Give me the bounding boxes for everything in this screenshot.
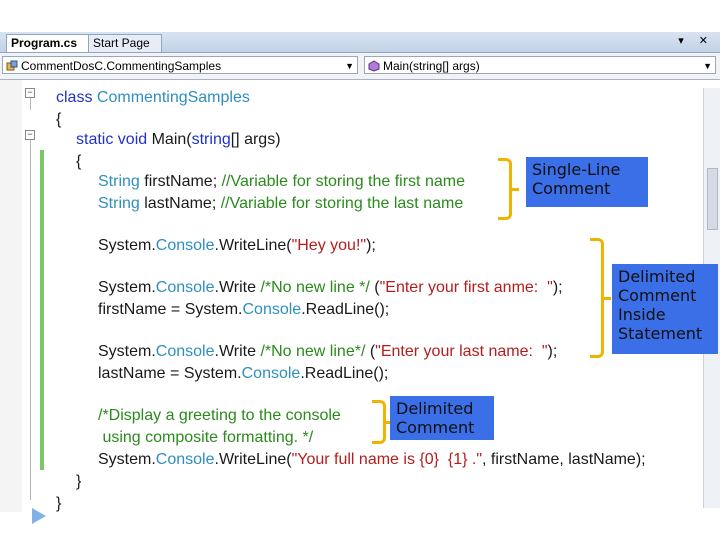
fold-line xyxy=(30,96,31,110)
tab-start-page[interactable]: Start Page xyxy=(88,34,162,52)
code-token: CommentingSamples xyxy=(96,89,250,106)
code-token: ); xyxy=(552,279,563,296)
code-token: lastName = System. xyxy=(98,365,242,382)
code-token: class xyxy=(56,89,97,106)
code-token: static void xyxy=(76,131,152,148)
code-token: { xyxy=(56,111,62,128)
code-token: firstName = System. xyxy=(98,301,243,318)
code-line[interactable]: String lastName; //Variable for storing … xyxy=(98,194,463,214)
type-dropdown-label: CommentDosC.CommentingSamples xyxy=(21,59,222,73)
code-token: Console xyxy=(155,451,215,468)
code-token: .WriteLine( xyxy=(214,237,292,254)
code-line[interactable]: System.Console.Write /*No new line */ ("… xyxy=(98,278,563,298)
class-icon xyxy=(6,60,18,71)
code-token: } xyxy=(76,473,82,490)
code-token: /*No new line */ xyxy=(260,279,370,296)
code-token: System. xyxy=(98,451,156,468)
callout-single-line-comment: Single-Line Comment xyxy=(526,157,648,207)
code-line[interactable]: } xyxy=(56,494,61,514)
code-line[interactable]: lastName = System.Console.ReadLine(); xyxy=(98,364,388,384)
code-token: string xyxy=(191,131,231,148)
code-token: System. xyxy=(98,237,156,254)
code-token: String xyxy=(98,173,145,190)
tab-window-controls[interactable]: ▾ ✕ xyxy=(678,34,714,47)
collapse-method-icon[interactable]: − xyxy=(25,130,35,140)
code-token: ); xyxy=(547,343,558,360)
tab-program-cs[interactable]: Program.cs xyxy=(6,34,92,52)
code-token: System. xyxy=(98,343,156,360)
code-token: .Write xyxy=(214,279,261,296)
code-token: Console xyxy=(155,279,215,296)
chevron-down-icon: ▼ xyxy=(345,61,354,71)
code-line[interactable]: firstName = System.Console.ReadLine(); xyxy=(98,300,389,320)
code-token: "Enter your first anme: " xyxy=(379,279,553,296)
code-line[interactable]: } xyxy=(76,472,81,492)
code-token: System. xyxy=(98,279,156,296)
callout-delimited-comment: Delimited Comment xyxy=(390,396,494,440)
code-token: ( xyxy=(369,279,380,296)
code-token: "Your full name is {0} {1} ." xyxy=(291,451,483,468)
code-token: .Write xyxy=(214,343,261,360)
editor-gutter xyxy=(0,80,22,512)
code-line[interactable]: System.Console.WriteLine("Hey you!"); xyxy=(98,236,376,256)
method-icon xyxy=(368,60,380,72)
code-token: .ReadLine(); xyxy=(300,365,389,382)
code-token: lastName; xyxy=(144,195,221,212)
code-token: Console xyxy=(155,343,215,360)
navigation-bar: CommentDosC.CommentingSamples ▼ Main(str… xyxy=(0,53,720,80)
code-line[interactable]: { xyxy=(56,110,61,130)
chevron-down-icon: ▼ xyxy=(703,61,712,71)
code-token: firstName; xyxy=(144,173,222,190)
single-line-comment-bracket xyxy=(498,158,519,220)
code-token: { xyxy=(76,153,82,170)
code-token: ); xyxy=(366,237,376,254)
code-token: , firstName, lastName); xyxy=(482,451,646,468)
code-token: Main( xyxy=(151,131,192,148)
code-token: /*Display a greeting to the console xyxy=(98,407,341,424)
code-token: Console xyxy=(155,237,215,254)
collapse-class-icon[interactable]: − xyxy=(25,88,35,98)
code-token: //Variable for storing the last name xyxy=(220,195,464,212)
change-tracking-bar xyxy=(40,150,44,470)
code-line[interactable]: using composite formatting. */ xyxy=(98,428,313,448)
code-token: "Enter your last name: " xyxy=(375,343,548,360)
next-slide-arrow-icon[interactable] xyxy=(32,508,46,524)
member-dropdown[interactable]: Main(string[] args) ▼ xyxy=(364,56,716,74)
code-line[interactable]: System.Console.WriteLine("Your full name… xyxy=(98,450,646,470)
code-token: String xyxy=(98,195,145,212)
member-dropdown-label: Main(string[] args) xyxy=(383,59,480,73)
callout-delimited-comment-inside-statement: Delimited Comment Inside Statement xyxy=(612,264,718,354)
code-token: //Variable for storing the first name xyxy=(221,173,465,190)
code-token: Console xyxy=(241,365,301,382)
code-token: .WriteLine( xyxy=(214,451,292,468)
scrollbar-thumb[interactable] xyxy=(707,168,718,230)
code-line[interactable]: String firstName; //Variable for storing… xyxy=(98,172,465,192)
document-tab-bar: Program.cs Start Page ▾ ✕ xyxy=(0,32,720,53)
delimited-comment-bracket xyxy=(372,400,393,444)
code-token: using composite formatting. */ xyxy=(98,429,314,446)
delimited-inside-bracket xyxy=(590,238,611,358)
code-token: [] args) xyxy=(230,131,281,148)
fold-line xyxy=(30,140,31,500)
code-line[interactable]: class CommentingSamples xyxy=(56,88,250,108)
code-token: /*No new line*/ xyxy=(260,343,366,360)
code-token: } xyxy=(56,495,62,512)
code-token: Console xyxy=(242,301,302,318)
type-dropdown[interactable]: CommentDosC.CommentingSamples ▼ xyxy=(2,56,358,74)
code-token: "Hey you!" xyxy=(291,237,367,254)
code-line[interactable]: System.Console.Write /*No new line*/ ("E… xyxy=(98,342,557,362)
code-token: ( xyxy=(365,343,376,360)
code-token: .ReadLine(); xyxy=(301,301,390,318)
code-line[interactable]: static void Main(string[] args) xyxy=(76,130,281,150)
code-line[interactable]: /*Display a greeting to the console xyxy=(98,406,341,426)
code-line[interactable]: { xyxy=(76,152,81,172)
